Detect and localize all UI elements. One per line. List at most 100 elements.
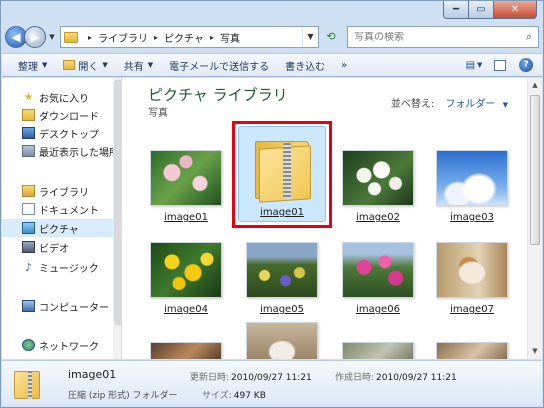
chevron-down-icon: ▼ [307, 32, 314, 41]
view-icon: ▤ [465, 59, 476, 71]
email-button[interactable]: 電子メールで送信する [161, 55, 277, 75]
nav-downloads-label: ダウンロード [39, 111, 99, 123]
close-button[interactable]: ✕ [494, 1, 537, 19]
file-tile[interactable]: image06 [334, 226, 422, 326]
open-button[interactable]: 開く ▼ [55, 55, 115, 75]
nav-scrollbar-thumb[interactable] [114, 80, 121, 324]
photo-thumbnail [150, 342, 222, 359]
organize-button[interactable]: 整理 ▼ [10, 55, 55, 75]
breadcrumb-libraries[interactable]: ライブラリ [98, 30, 148, 45]
nav-favorites[interactable]: ★ お気に入り [2, 88, 121, 106]
nav-recent-label: 最近表示した場所 [39, 147, 119, 159]
nav-computer[interactable]: コンピューター [2, 297, 121, 315]
chevron-down-icon: ▼ [477, 61, 483, 69]
file-tile[interactable] [428, 318, 516, 359]
nav-downloads[interactable]: ダウンロード [2, 106, 121, 124]
star-icon: ★ [24, 91, 33, 103]
nav-pictures[interactable]: ピクチャ [2, 219, 121, 237]
photo-thumbnail [342, 242, 414, 298]
burn-button[interactable]: 書き込む [277, 55, 333, 75]
content-pane: ピクチャ ライブラリ 写真 並べ替え: フォルダー ▼ image01 imag… [122, 78, 542, 359]
nav-libraries[interactable]: ライブラリ [2, 182, 121, 200]
nav-favorites-label: お気に入り [39, 93, 89, 105]
content-scrollbar[interactable]: ▲ ▼ [527, 78, 542, 359]
arrange-by[interactable]: 並べ替え: フォルダー ▼ [391, 95, 508, 110]
change-view-button[interactable]: ▤ ▼ [464, 56, 484, 74]
nav-libraries-label: ライブラリ [39, 187, 89, 199]
content-scrollbar-thumb[interactable] [530, 95, 540, 245]
scroll-down-icon[interactable]: ▼ [528, 344, 542, 359]
computer-icon [22, 300, 35, 312]
photo-thumbnail [342, 342, 414, 359]
maximize-button[interactable]: ▭ [469, 1, 494, 19]
file-tile[interactable]: image07 [428, 226, 516, 326]
view-tools: ▤ ▼ ? [458, 56, 542, 74]
back-arrow-icon: ◀ [11, 30, 21, 44]
file-tile[interactable]: image01 [142, 134, 230, 234]
share-button[interactable]: 共有 ▼ [116, 55, 161, 75]
search-input[interactable] [354, 31, 520, 43]
nav-documents[interactable]: ドキュメント [2, 200, 121, 218]
nav-desktop[interactable]: デスクトップ [2, 124, 121, 142]
breadcrumb-pictures[interactable]: ピクチャ [164, 30, 204, 45]
search-icon[interactable]: ⌕ [520, 30, 538, 44]
arrange-by-value[interactable]: フォルダー [445, 99, 495, 110]
chevron-down-icon: ▼ [42, 61, 48, 69]
help-button[interactable]: ? [516, 56, 536, 74]
file-tile[interactable] [142, 318, 230, 359]
navigation-row: ◀ ▶ ▼ ▸ ライブラリ ▸ ピクチャ ▸ 写真 ▼ ⟲ ⌕ [5, 23, 539, 51]
details-modified-label: 更新日時: [190, 373, 230, 383]
main-area: ★ お気に入り ダウンロード デスクトップ 最近表示した場所 ライブラリ ドキュ… [2, 78, 542, 359]
organize-label: 整理 [18, 61, 38, 73]
nav-network[interactable]: ネットワーク [2, 336, 121, 354]
address-bar[interactable]: ▸ ライブラリ ▸ ピクチャ ▸ 写真 ▼ [60, 26, 319, 48]
nav-videos-label: ビデオ [39, 243, 69, 255]
file-name: image07 [450, 304, 494, 315]
photo-thumbnail [150, 242, 222, 298]
photo-thumbnail [436, 242, 508, 298]
minimize-button[interactable]: ━ [443, 1, 469, 19]
breadcrumb-separator[interactable]: ▸ [210, 33, 214, 42]
search-box[interactable]: ⌕ [347, 26, 539, 48]
details-modified: 更新日時: 2010/09/27 11:21 [190, 370, 312, 383]
breadcrumb-separator[interactable]: ▸ [88, 33, 92, 42]
documents-icon [22, 203, 35, 215]
breadcrumb-separator[interactable]: ▸ [154, 33, 158, 42]
file-tile[interactable]: image05 [238, 226, 326, 326]
details-file-name: image01 [68, 368, 117, 381]
details-modified-value: 2010/09/27 11:21 [231, 373, 312, 383]
share-label: 共有 [123, 61, 144, 73]
more-commands-button[interactable]: » [333, 55, 355, 75]
nav-scrollbar[interactable] [113, 78, 121, 359]
explorer-window: ━ ▭ ✕ ◀ ▶ ▼ ▸ ライブラリ ▸ ピクチャ ▸ 写真 ▼ ⟲ ⌕ 整理… [0, 0, 544, 408]
forward-button[interactable]: ▶ [24, 26, 46, 48]
library-title: ピクチャ ライブラリ [148, 86, 288, 104]
file-tile[interactable] [238, 318, 326, 359]
preview-pane-button[interactable] [490, 56, 510, 74]
command-bar: 整理 ▼ 開く ▼ 共有 ▼ 電子メールで送信する 書き込む » ▤ ▼ ? [2, 53, 542, 77]
details-size-label: サイズ: [202, 391, 232, 401]
file-tile[interactable]: image03 [428, 134, 516, 234]
file-tile[interactable]: image02 [334, 134, 422, 234]
scroll-up-icon[interactable]: ▲ [528, 78, 542, 93]
nav-desktop-label: デスクトップ [39, 129, 99, 141]
forward-arrow-icon: ▶ [30, 30, 40, 44]
nav-music[interactable]: ♪ ミュージック [2, 258, 121, 276]
file-tile[interactable] [334, 318, 422, 359]
details-pane: image01 圧縮 (zip 形式) フォルダー 更新日時: 2010/09/2… [2, 360, 542, 406]
details-created-label: 作成日時: [335, 373, 375, 383]
nav-pictures-label: ピクチャ [39, 224, 79, 236]
nav-recent-places[interactable]: 最近表示した場所 [2, 142, 121, 160]
file-tile[interactable]: image04 [142, 226, 230, 326]
breadcrumb-photos[interactable]: 写真 [220, 30, 240, 45]
address-dropdown[interactable]: ▼ [302, 27, 318, 47]
file-name: image05 [260, 304, 304, 315]
photo-thumbnail [342, 150, 414, 206]
photo-thumbnail [246, 242, 318, 298]
refresh-button[interactable]: ⟲ [321, 27, 341, 47]
nav-videos[interactable]: ビデオ [2, 238, 121, 256]
recent-pages-dropdown[interactable]: ▼ [46, 33, 58, 41]
library-subtitle: 写真 [148, 108, 168, 119]
details-size-value: 497 KB [233, 391, 266, 401]
network-icon [22, 339, 35, 351]
